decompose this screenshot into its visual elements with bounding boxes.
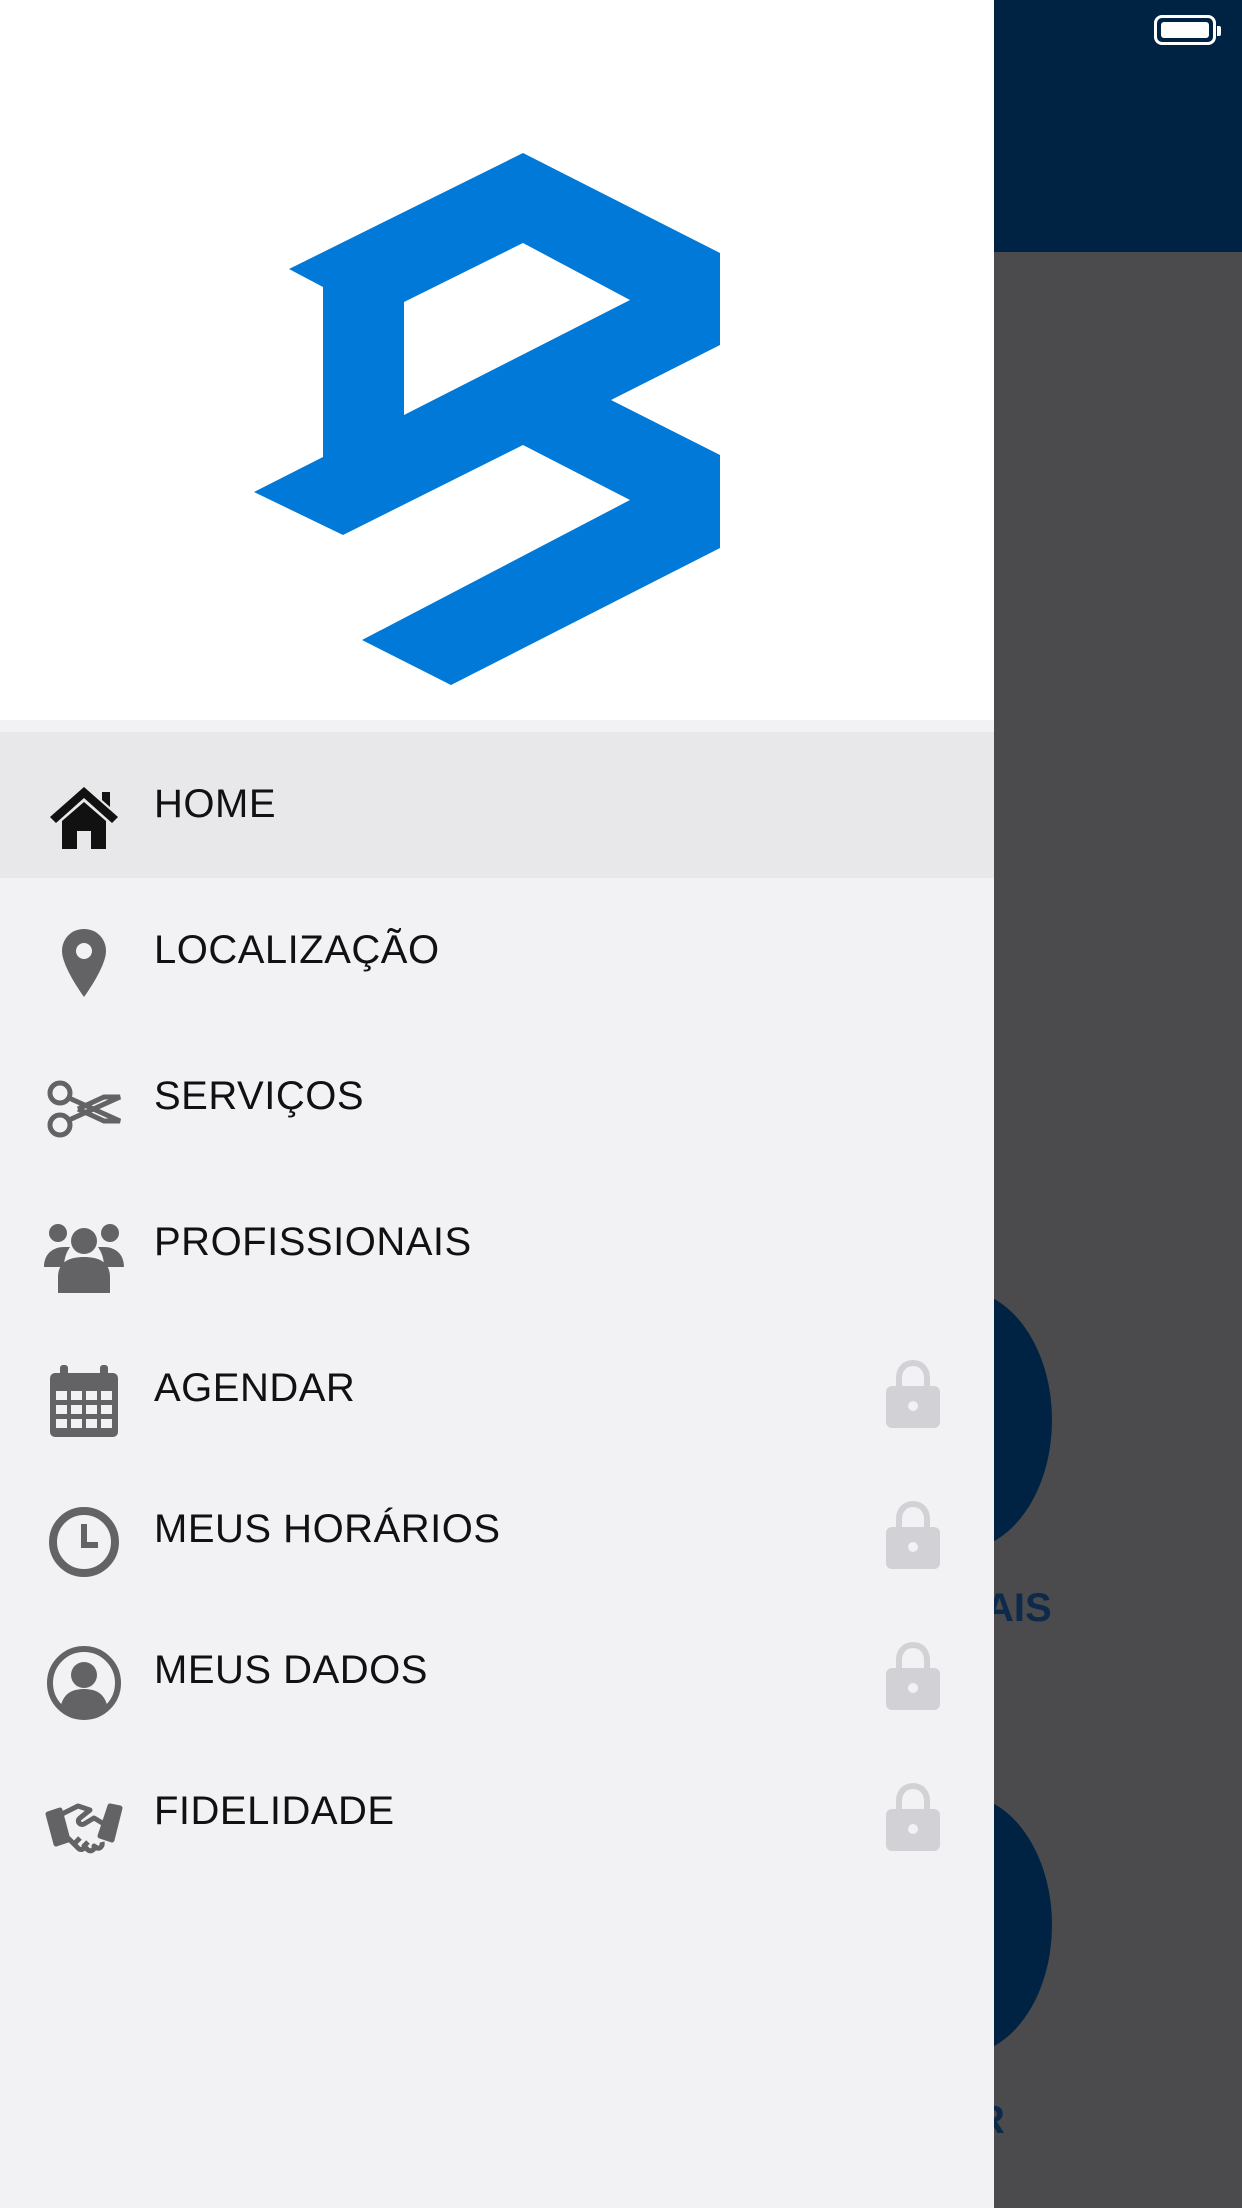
background-label: AIS [985,1586,1052,1630]
menu-item-profissionais[interactable]: PROFISSIONAIS [0,1170,994,1316]
lock-icon [886,1499,940,1569]
menu-item-servicos[interactable]: SERVIÇOS [0,1024,994,1170]
lock-icon [886,1640,940,1710]
home-icon [44,777,124,857]
menu-item-label: AGENDAR [154,1366,356,1410]
menu-item-label: PROFISSIONAIS [154,1220,472,1264]
clock-icon [44,1502,124,1582]
battery-icon [1154,15,1221,45]
menu-item-meus-horarios[interactable]: MEUS HORÁRIOS [0,1457,994,1603]
navigation-drawer: HOME LOCALIZAÇÃO SERVIÇOS PROFISSIONAIS [0,0,994,2208]
lock-icon [886,1781,940,1851]
logo-header [0,0,994,720]
handshake-icon [44,1784,124,1864]
menu-item-label: HOME [154,782,276,826]
menu-item-label: FIDELIDADE [154,1789,395,1833]
user-circle-icon [44,1643,124,1723]
users-icon [44,1215,124,1295]
menu-item-localizacao[interactable]: LOCALIZAÇÃO [0,878,994,1024]
menu-item-agendar[interactable]: AGENDAR [0,1316,994,1462]
scissors-icon [44,1069,124,1149]
menu-item-label: LOCALIZAÇÃO [154,928,440,972]
menu-item-home[interactable]: HOME [0,732,994,878]
menu-item-meus-dados[interactable]: MEUS DADOS [0,1598,994,1744]
menu-item-fidelidade[interactable]: FIDELIDADE [0,1739,994,1885]
map-pin-icon [44,923,124,1003]
menu-item-label: MEUS DADOS [154,1648,428,1692]
brand-logo [254,153,720,685]
lock-icon [886,1358,940,1428]
calendar-icon [44,1361,124,1441]
menu-item-label: SERVIÇOS [154,1074,364,1118]
menu-item-label: MEUS HORÁRIOS [154,1507,501,1551]
